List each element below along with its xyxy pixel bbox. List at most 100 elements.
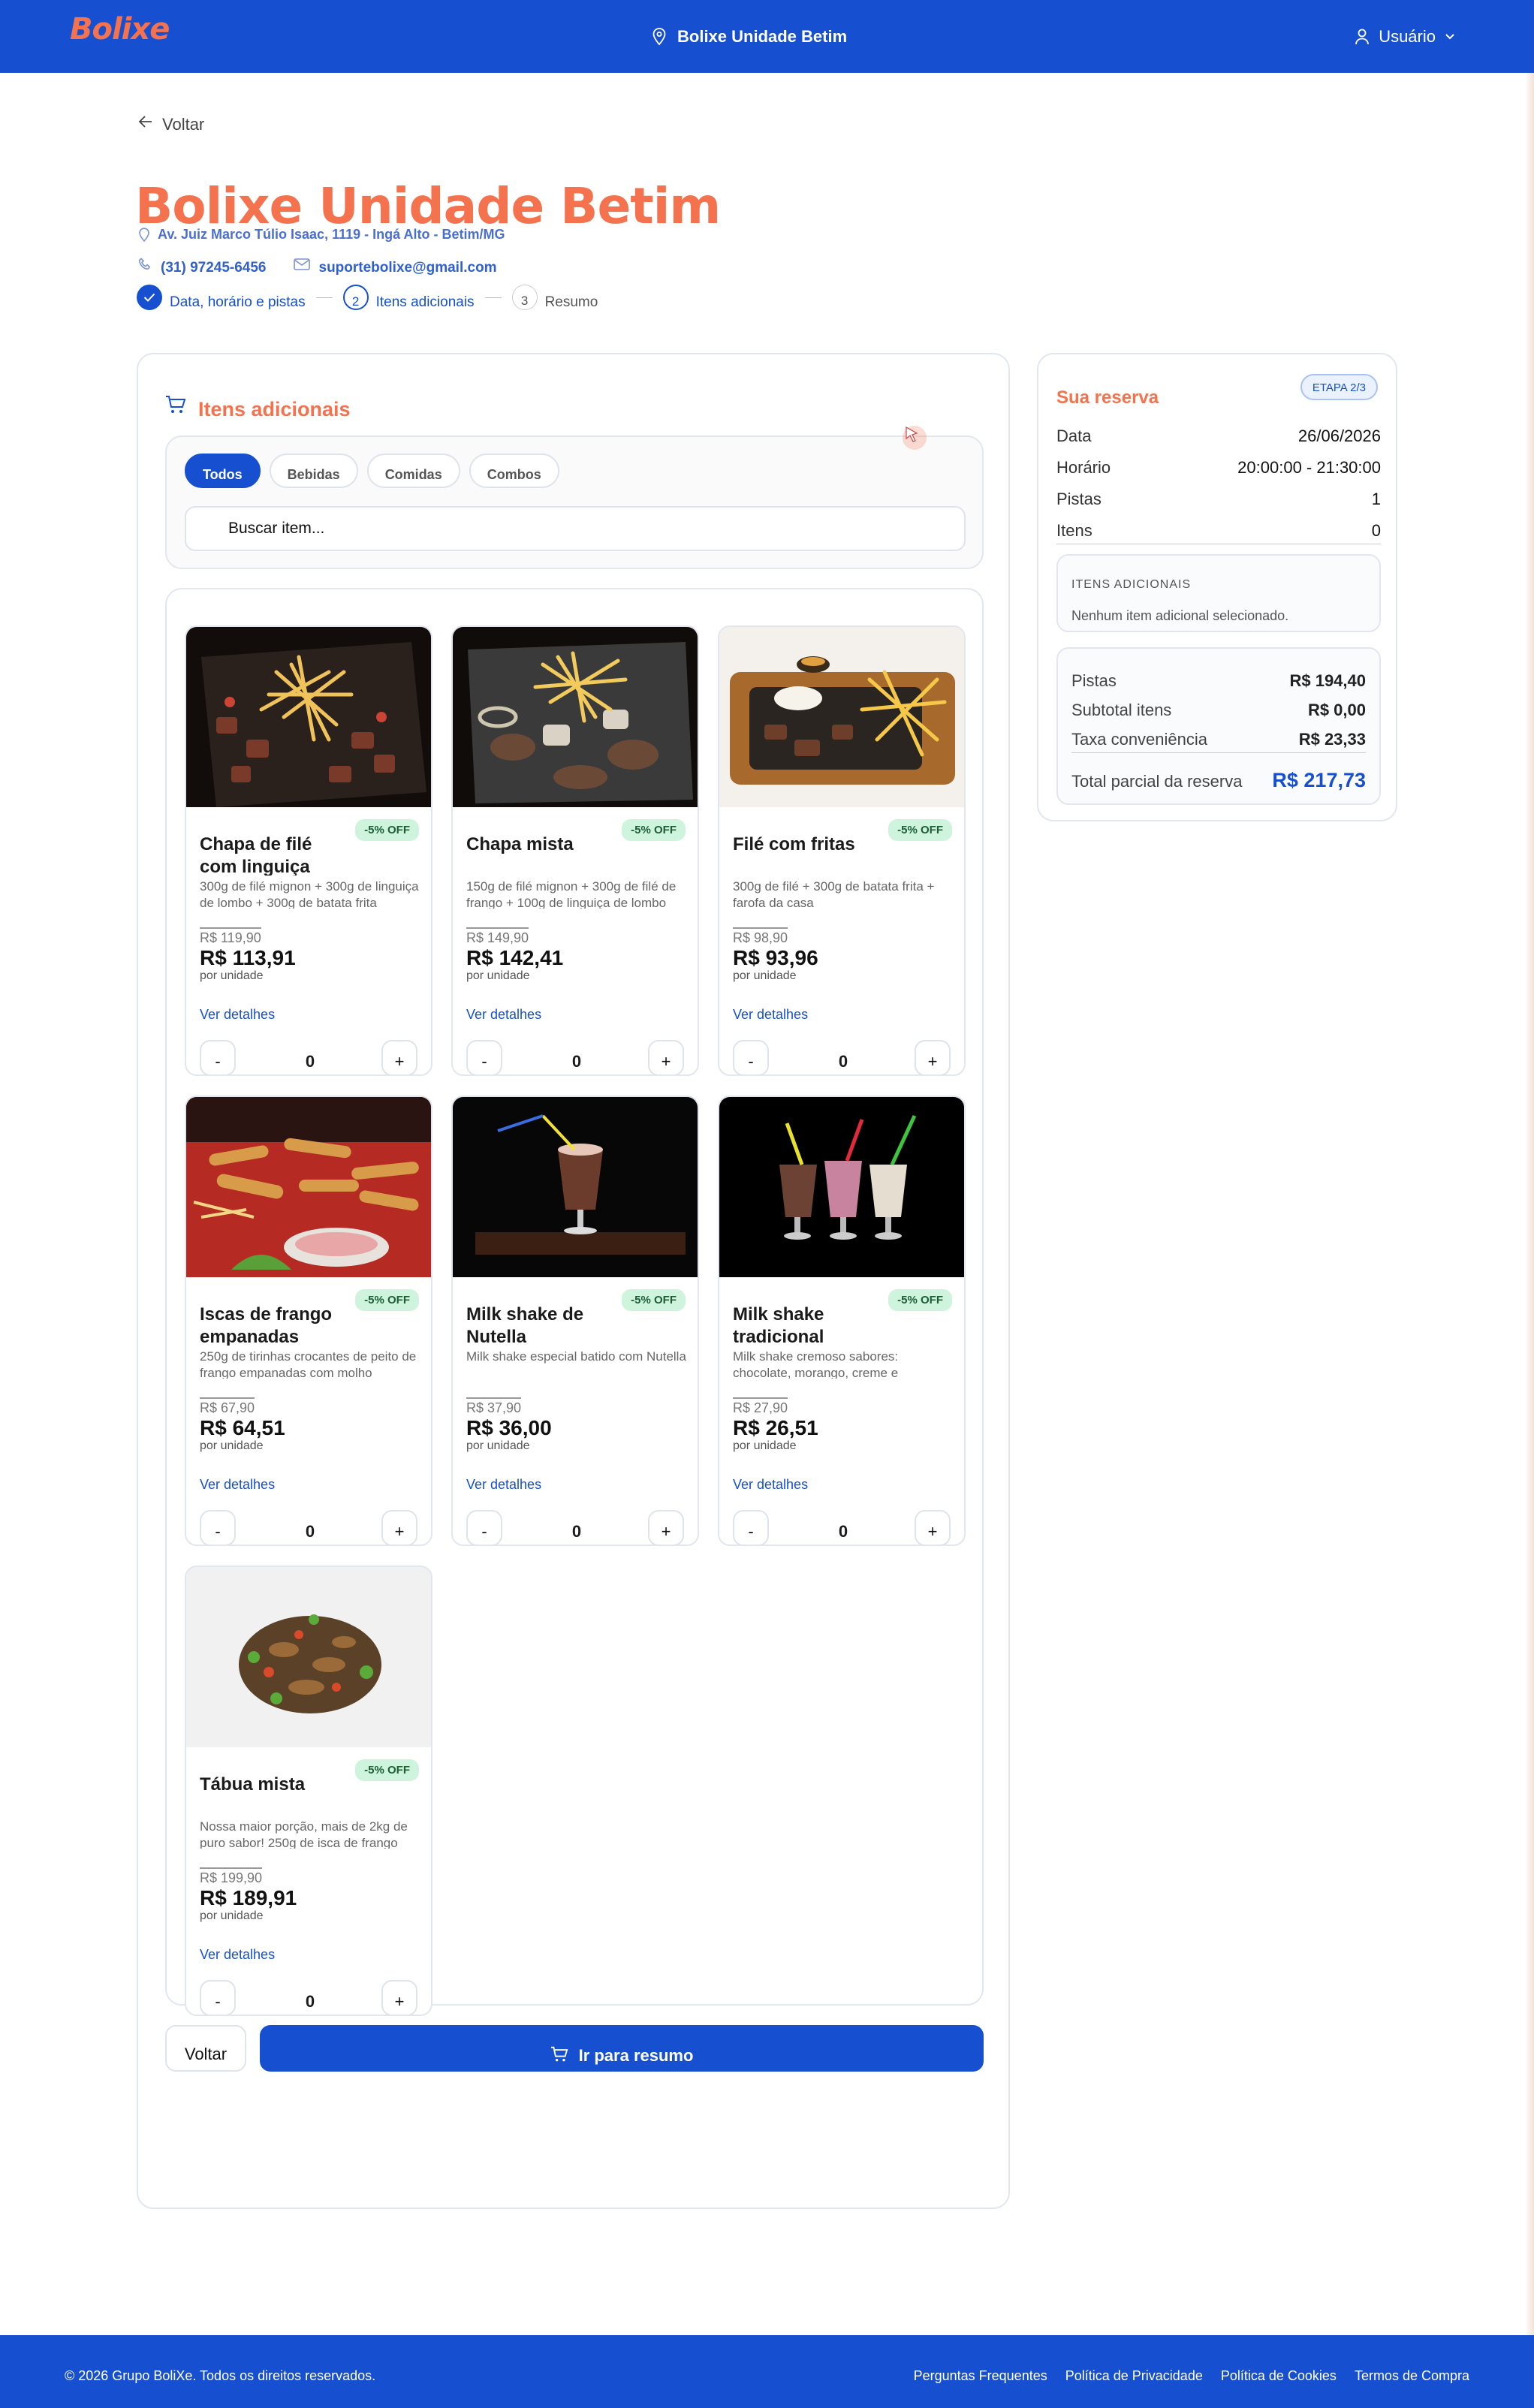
- discounted-price: R$ 142,41: [466, 946, 564, 969]
- page-edge-shade: [1525, 73, 1534, 2335]
- increase-quantity-button[interactable]: +: [381, 1980, 417, 2015]
- filter-chip-comidas[interactable]: Comidas: [366, 454, 460, 488]
- step-extras[interactable]: 2 Itens adicionais: [342, 284, 475, 311]
- increase-quantity-button[interactable]: +: [915, 1040, 951, 1074]
- product-name: Iscas de frango empanadas: [200, 1304, 333, 1346]
- mouse-cursor-icon: [901, 423, 928, 457]
- brand-logo[interactable]: Bolixe: [70, 12, 170, 47]
- product-name: Tábua mista: [200, 1774, 306, 1795]
- discounted-price: R$ 189,91: [200, 1886, 297, 1909]
- check-icon: [137, 285, 162, 310]
- original-price: R$ 67,90: [200, 1397, 255, 1416]
- email-link[interactable]: suportebolixe@gmail.com: [319, 252, 497, 276]
- decrease-quantity-button[interactable]: -: [200, 1040, 236, 1074]
- product-image[interactable]: [186, 1567, 431, 1747]
- original-price: R$ 119,90: [200, 927, 261, 946]
- filter-bar: Todos Bebidas Comidas Combos Buscar item…: [165, 435, 984, 569]
- filter-chip-todos[interactable]: Todos: [185, 454, 261, 488]
- quantity-value: 0: [305, 1992, 315, 2011]
- original-price: R$ 199,90: [200, 1867, 263, 1886]
- filter-chip-bebidas[interactable]: Bebidas: [269, 454, 358, 488]
- details-link[interactable]: Ver detalhes: [200, 1947, 275, 1963]
- footer-link-faq[interactable]: Perguntas Frequentes: [914, 2368, 1047, 2384]
- items-panel: Itens adicionais Todos Bebidas Comidas C…: [137, 353, 1010, 2209]
- step-summary[interactable]: 3 Resumo: [511, 284, 598, 311]
- extras-label: ITENS ADICIONAIS: [1071, 578, 1192, 591]
- increase-quantity-button[interactable]: +: [648, 1040, 684, 1074]
- product-card[interactable]: -5% OFF Iscas de frango empanadas 250g de …: [185, 1096, 432, 1546]
- quantity-value: 0: [571, 1052, 582, 1071]
- user-menu[interactable]: Usuário: [1355, 27, 1455, 47]
- product-image[interactable]: [186, 627, 431, 807]
- details-link[interactable]: Ver detalhes: [466, 1477, 541, 1493]
- summary-row-time: Horário 20:00:00 - 21:30:00: [1056, 458, 1381, 477]
- unit-label: por unidade: [466, 1439, 530, 1452]
- product-grid: -5% OFF Chapa de filé com linguiça 300g de…: [165, 588, 984, 2016]
- product-card[interactable]: -5% OFF Tábua mista Nossa maior porção, ma…: [185, 1566, 432, 2016]
- product-image[interactable]: [719, 627, 964, 807]
- decrease-quantity-button[interactable]: -: [200, 1510, 236, 1545]
- product-card[interactable]: -5% OFF Milk shake tradicional Milk shake …: [718, 1096, 966, 1546]
- location-selector[interactable]: Bolixe Unidade Betim: [652, 27, 847, 47]
- unit-label: por unidade: [200, 1439, 264, 1452]
- decrease-quantity-button[interactable]: -: [466, 1510, 502, 1545]
- discount-badge: -5% OFF: [355, 1289, 419, 1311]
- decrease-quantity-button[interactable]: -: [466, 1040, 502, 1074]
- details-link[interactable]: Ver detalhes: [466, 1007, 541, 1023]
- quantity-value: 0: [838, 1052, 848, 1071]
- product-card[interactable]: -5% OFF Filé com fritas 300g de filé + 300…: [718, 625, 966, 1076]
- summary-title: Sua reserva: [1056, 387, 1159, 408]
- footer: © 2026 Grupo BoliXe. Todos os direitos r…: [0, 2335, 1534, 2408]
- details-link[interactable]: Ver detalhes: [200, 1477, 275, 1493]
- go-to-summary-button[interactable]: Ir para resumo: [260, 2025, 984, 2072]
- quantity-value: 0: [838, 1522, 848, 1541]
- filter-chip-combos[interactable]: Combos: [469, 454, 559, 488]
- product-name: Filé com fritas: [733, 834, 855, 854]
- product-card[interactable]: -5% OFF Chapa de filé com linguiça 300g de…: [185, 625, 432, 1076]
- discount-badge: -5% OFF: [622, 1289, 686, 1311]
- footer-link-privacy[interactable]: Política de Privacidade: [1065, 2368, 1203, 2384]
- unit-label: por unidade: [200, 1909, 264, 1922]
- decrease-quantity-button[interactable]: -: [200, 1980, 236, 2015]
- decrease-quantity-button[interactable]: -: [733, 1040, 769, 1074]
- product-image[interactable]: [719, 1097, 964, 1277]
- search-input[interactable]: Buscar item...: [185, 506, 966, 551]
- back-link[interactable]: Voltar: [138, 109, 204, 134]
- details-link[interactable]: Ver detalhes: [733, 1007, 808, 1023]
- unit-label: por unidade: [200, 969, 264, 982]
- address-text: Av. Juiz Marco Túlio Isaac, 1119 - Ingá …: [158, 227, 505, 242]
- original-price: R$ 98,90: [733, 927, 788, 946]
- copyright: © 2026 Grupo BoliXe. Todos os direitos r…: [65, 2368, 376, 2383]
- location-name: Bolixe Unidade Betim: [677, 27, 848, 46]
- details-link[interactable]: Ver detalhes: [733, 1477, 808, 1493]
- product-description: Nossa maior porção, mais de 2kg de puro …: [200, 1819, 408, 1849]
- cart-icon: [166, 395, 186, 413]
- summary-row-date: Data 26/06/2026: [1056, 426, 1381, 445]
- product-image[interactable]: [453, 627, 698, 807]
- increase-quantity-button[interactable]: +: [648, 1510, 684, 1545]
- increase-quantity-button[interactable]: +: [381, 1510, 417, 1545]
- discounted-price: R$ 36,00: [466, 1416, 552, 1439]
- quantity-value: 0: [305, 1052, 315, 1071]
- step-label: Itens adicionais: [375, 294, 475, 310]
- phone-link[interactable]: (31) 97245-6456: [161, 252, 267, 276]
- increase-quantity-button[interactable]: +: [381, 1040, 417, 1074]
- product-image[interactable]: [453, 1097, 698, 1277]
- map-pin-icon: [652, 28, 666, 46]
- increase-quantity-button[interactable]: +: [915, 1510, 951, 1545]
- step-number: 3: [511, 285, 538, 310]
- unit-label: por unidade: [733, 969, 797, 982]
- product-description: Milk shake cremoso sabores: chocolate, m…: [733, 1349, 899, 1379]
- product-card[interactable]: -5% OFF Chapa mista 150g de filé mignon + …: [451, 625, 699, 1076]
- product-name: Milk shake tradicional: [733, 1304, 824, 1346]
- product-image[interactable]: [186, 1097, 431, 1277]
- product-description: 250g de tirinhas crocantes de peito de f…: [200, 1349, 417, 1379]
- step-date-time[interactable]: Data, horário e pistas: [137, 284, 306, 311]
- footer-link-cookies[interactable]: Política de Cookies: [1221, 2368, 1337, 2384]
- decrease-quantity-button[interactable]: -: [733, 1510, 769, 1545]
- total-partial: Total parcial da reserva R$ 217,73: [1071, 769, 1366, 791]
- footer-link-terms[interactable]: Termos de Compra: [1355, 2368, 1469, 2384]
- details-link[interactable]: Ver detalhes: [200, 1007, 275, 1023]
- product-card[interactable]: -5% OFF Milk shake de Nutella Milk shake e…: [451, 1096, 699, 1546]
- back-button[interactable]: Voltar: [165, 2025, 246, 2072]
